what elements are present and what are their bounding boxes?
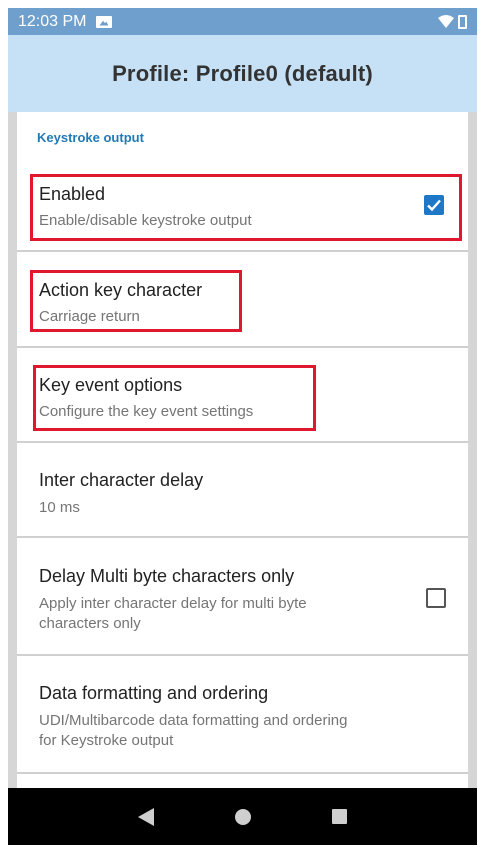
pref-inter-character-delay[interactable]: Inter character delay 10 ms [17,443,468,538]
highlight-box [33,365,316,431]
status-bar: 12:03 PM [8,8,477,35]
wifi-icon [438,15,454,28]
back-icon[interactable] [138,807,155,826]
pref-summary: 10 ms [39,499,80,516]
pref-title: Inter character delay [39,470,204,490]
preferences-panel: Keystroke output Enabled Enable/disable … [17,112,468,788]
recents-icon[interactable] [331,809,347,824]
status-time: 12:03 PM [18,12,87,30]
pref-delay-multi-byte[interactable]: Delay Multi byte characters only Apply i… [17,538,468,656]
pref-title: Delay Multi byte characters only [39,566,295,586]
highlight-box [30,174,462,241]
home-icon[interactable] [234,808,251,825]
settings-content[interactable]: Keystroke output Enabled Enable/disable … [8,112,477,788]
pref-summary: Apply inter character delay for multi by… [39,595,307,612]
image-icon [96,15,113,28]
app-bar: Profile: Profile0 (default) [8,35,477,112]
battery-icon [458,14,467,29]
navigation-bar [8,788,477,845]
pref-summary: UDI/Multibarcode data formatting and ord… [39,712,348,729]
pref-summary: for Keystroke output [39,732,174,749]
pref-title: Data formatting and ordering [39,683,269,703]
pref-data-formatting[interactable]: Data formatting and ordering UDI/Multiba… [17,656,468,774]
highlight-box [30,270,242,332]
status-icons [438,14,467,29]
delay-multibyte-checkbox[interactable] [426,588,446,608]
pref-summary: characters only [39,615,141,632]
category-header: Keystroke output [37,130,144,145]
page-title: Profile: Profile0 (default) [112,60,373,86]
